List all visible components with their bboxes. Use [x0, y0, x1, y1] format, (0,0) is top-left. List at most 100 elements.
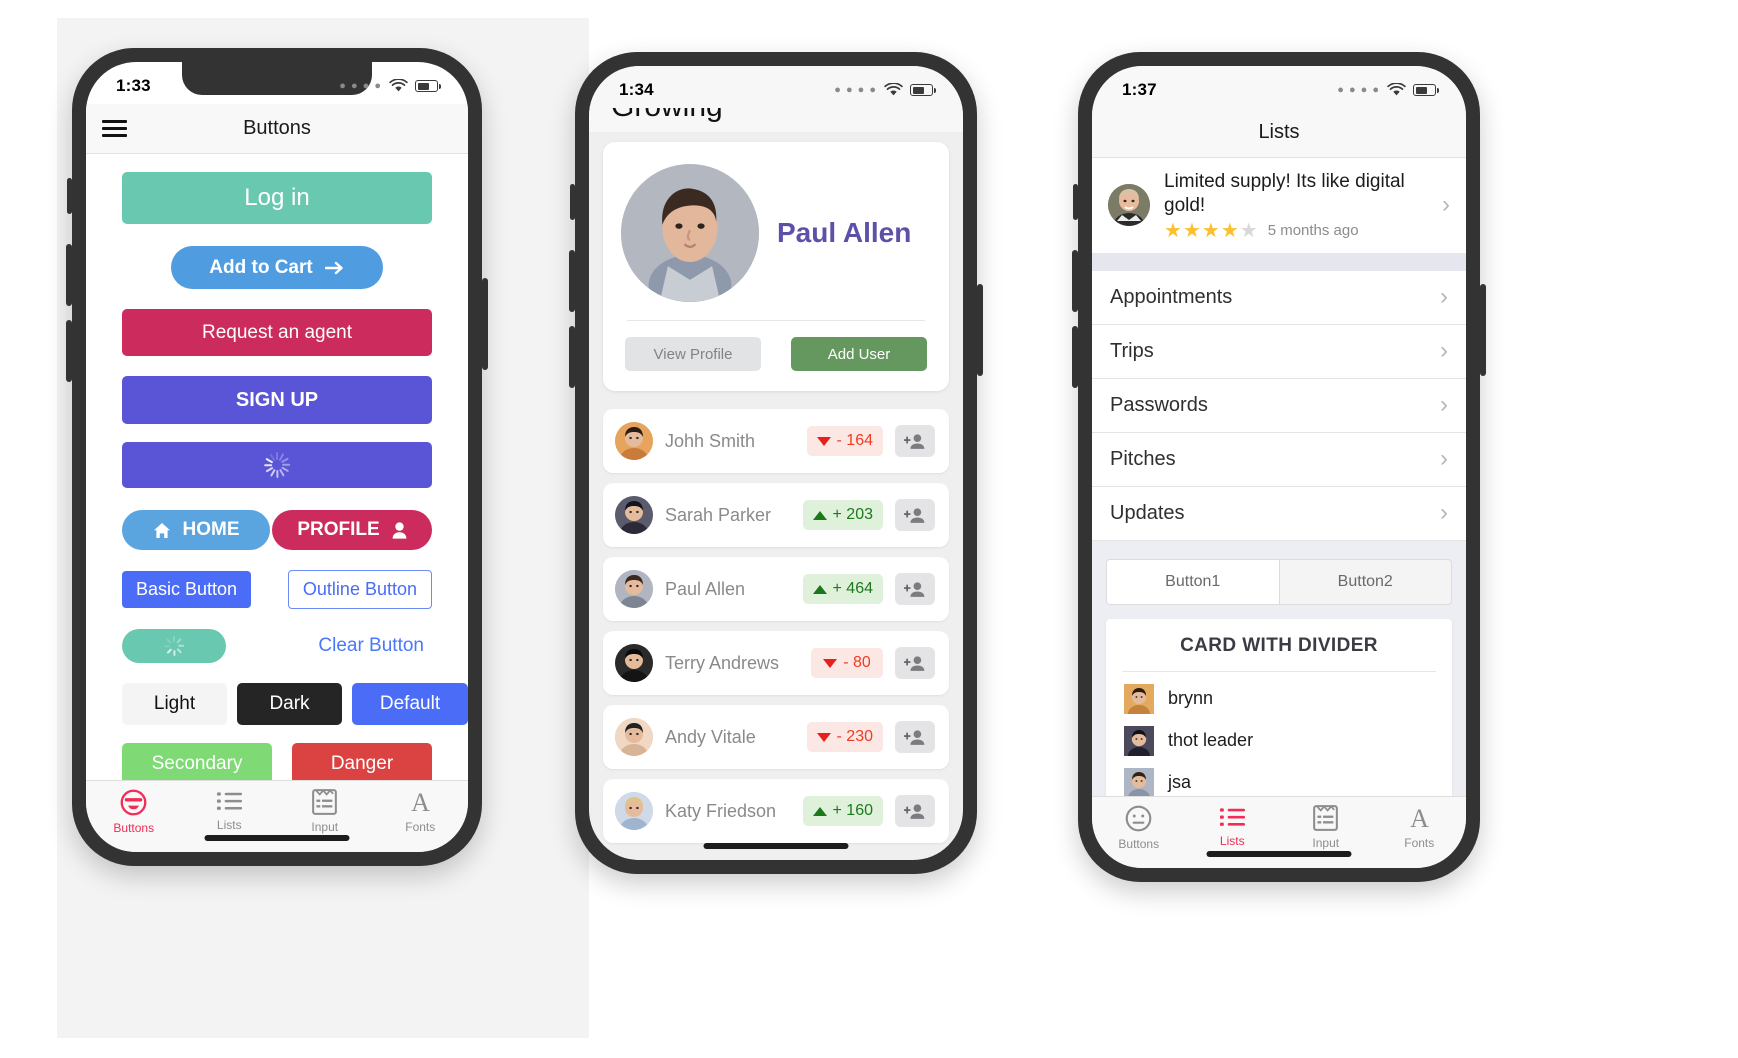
smiley-face-icon — [1125, 805, 1152, 832]
phone2-clock: 1:34 — [619, 80, 654, 99]
outline-button[interactable]: Outline Button — [287, 570, 432, 609]
person-add-icon[interactable] — [895, 499, 935, 531]
list-icon — [1219, 808, 1245, 826]
review-list-item[interactable]: Limited supply! Its like digital gold! ★… — [1092, 158, 1466, 253]
clear-button[interactable]: Clear Button — [310, 631, 432, 661]
phone2-power-button[interactable] — [977, 284, 983, 376]
person-add-icon[interactable] — [895, 573, 935, 605]
hamburger-menu-icon[interactable] — [102, 120, 127, 137]
user-avatar — [615, 718, 653, 756]
dark-button[interactable]: Dark — [237, 683, 342, 725]
segmented-control[interactable]: Button1 Button2 — [1106, 558, 1452, 605]
tab-buttons[interactable]: Buttons — [86, 789, 182, 835]
signal-dots-icon: ● ● ● ● — [834, 83, 877, 96]
add-to-cart-button[interactable]: Add to Cart — [171, 246, 383, 289]
phone2-volume-up[interactable] — [569, 250, 575, 312]
secondary-button[interactable]: Secondary — [122, 743, 272, 785]
request-agent-button[interactable]: Request an agent — [122, 309, 432, 356]
avatar-illustration-icon — [1124, 725, 1154, 756]
view-profile-button[interactable]: View Profile — [625, 337, 761, 371]
phone-2-frame: 1:34 ● ● ● ● Growing — [569, 52, 983, 874]
tab-fonts[interactable]: A Fonts — [373, 789, 469, 834]
phone1-power-button[interactable] — [482, 278, 488, 370]
phone1-volume-down[interactable] — [66, 320, 72, 382]
phone2-mute-switch[interactable] — [570, 184, 575, 220]
avatar-illustration-icon — [615, 496, 653, 534]
card-row[interactable]: brynn — [1106, 678, 1452, 720]
user-row[interactable]: Sarah Parker + 203 — [603, 483, 949, 547]
list-item[interactable]: Trips › — [1092, 324, 1466, 379]
user-row[interactable]: Terry Andrews - 80 — [603, 631, 949, 695]
list-item[interactable]: Updates › — [1092, 486, 1466, 541]
battery-icon — [1413, 84, 1439, 96]
user-row[interactable]: Andy Vitale - 230 — [603, 705, 949, 769]
tab-lists[interactable]: Lists — [182, 789, 278, 832]
battery-icon — [910, 84, 936, 96]
avatar-illustration-icon — [615, 570, 653, 608]
profile-button[interactable]: PROFILE — [272, 510, 432, 550]
phone1-mute-switch[interactable] — [67, 178, 72, 214]
user-row[interactable]: Johh Smith - 164 — [603, 409, 949, 473]
phone3-mute-switch[interactable] — [1073, 184, 1078, 220]
triangle-up-icon — [812, 510, 827, 520]
phone3-power-button[interactable] — [1480, 284, 1486, 376]
growth-badge: - 164 — [806, 426, 883, 456]
growth-badge: + 203 — [802, 500, 883, 530]
phone1-home-indicator[interactable] — [204, 835, 350, 841]
house-icon — [153, 522, 170, 538]
person-add-icon[interactable] — [895, 425, 935, 457]
phone3-volume-up[interactable] — [1072, 250, 1078, 312]
person-add-icon[interactable] — [895, 647, 935, 679]
tab-buttons[interactable]: Buttons — [1092, 805, 1186, 851]
default-button[interactable]: Default — [352, 683, 468, 725]
tab-input[interactable]: Input — [1279, 805, 1373, 850]
phone2-scroll-area[interactable]: Paul Allen View Profile Add User Johh Sm… — [589, 132, 963, 843]
phone3-home-indicator[interactable] — [1206, 851, 1352, 857]
phone1-volume-up[interactable] — [66, 244, 72, 306]
home-button[interactable]: HOME — [122, 510, 270, 550]
avatar-illustration-icon — [1124, 683, 1154, 714]
phone3-volume-down[interactable] — [1072, 326, 1078, 388]
phone-3-frame: 1:37 ● ● ● ● Lists Limited supply! Its l… — [1072, 52, 1486, 882]
user-row[interactable]: Paul Allen + 464 — [603, 557, 949, 621]
sign-up-button[interactable]: SIGN UP — [122, 376, 432, 424]
list-item[interactable]: Appointments › — [1092, 270, 1466, 325]
home-profile-row: HOME PROFILE — [122, 510, 432, 550]
review-title: Limited supply! Its like digital gold! — [1164, 171, 1405, 216]
danger-button[interactable]: Danger — [292, 743, 432, 785]
svg-text:A: A — [1410, 805, 1429, 831]
basic-button[interactable]: Basic Button — [122, 571, 252, 608]
growth-value: + 203 — [832, 506, 873, 523]
segment-button2[interactable]: Button2 — [1278, 559, 1452, 604]
segment-button1[interactable]: Button1 — [1107, 559, 1279, 604]
avatar-illustration-icon — [1108, 184, 1150, 227]
avatar-illustration-icon — [1124, 767, 1154, 798]
battery-icon — [415, 80, 441, 92]
user-row[interactable]: Katy Friedson + 160 — [603, 779, 949, 843]
person-add-icon[interactable] — [895, 721, 935, 753]
tab-input[interactable]: Input — [277, 789, 373, 834]
phone1-content: Log in Add to Cart Request an agent SIGN… — [86, 154, 468, 785]
list-icon — [216, 792, 242, 810]
card-row[interactable]: thot leader — [1106, 720, 1452, 762]
login-button[interactable]: Log in — [122, 172, 432, 224]
list-item[interactable]: Passwords › — [1092, 378, 1466, 433]
phone2-home-indicator[interactable] — [703, 843, 849, 849]
add-to-cart-label: Add to Cart — [209, 256, 313, 278]
add-user-button[interactable]: Add User — [791, 337, 927, 371]
list-item[interactable]: Pitches › — [1092, 432, 1466, 487]
person-add-icon[interactable] — [895, 795, 935, 827]
list-item-label: Passwords — [1110, 393, 1208, 416]
avatar-illustration-icon — [615, 644, 653, 682]
wifi-icon — [1387, 83, 1406, 96]
loading-button[interactable] — [122, 442, 432, 488]
user-name: Paul Allen — [665, 578, 746, 599]
light-button[interactable]: Light — [122, 683, 227, 725]
loading-pill-button[interactable] — [122, 629, 226, 663]
user-name: Terry Andrews — [665, 652, 780, 673]
phone2-volume-down[interactable] — [569, 326, 575, 388]
card-divider — [1122, 670, 1436, 672]
tab-fonts[interactable]: A Fonts — [1373, 805, 1467, 850]
phone3-navbar: Lists — [1092, 108, 1466, 158]
tab-lists[interactable]: Lists — [1186, 805, 1280, 848]
